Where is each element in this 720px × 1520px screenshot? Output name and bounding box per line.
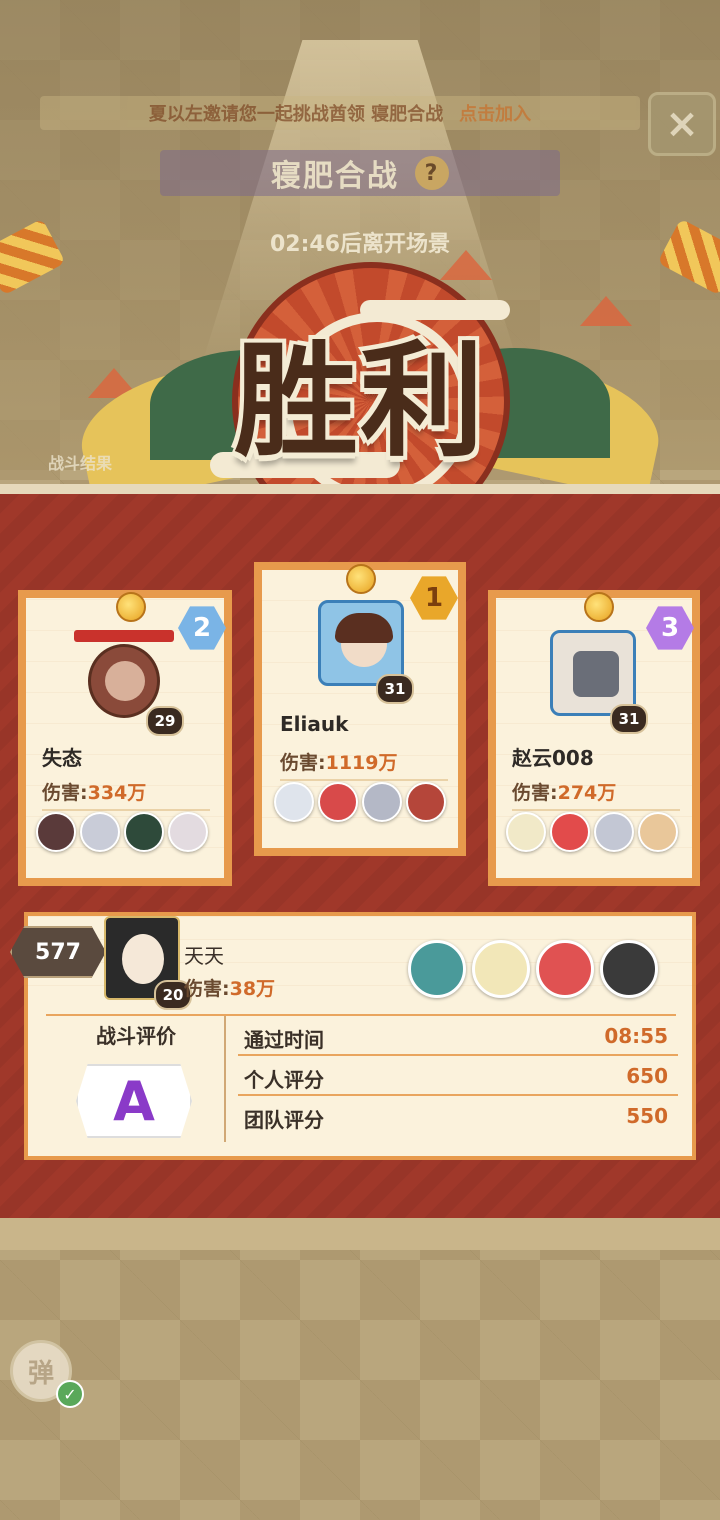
level-badge: 31 [610, 704, 648, 734]
close-icon: × [665, 101, 699, 147]
player-name: 赵云008 [512, 746, 594, 770]
stat-label: 个人评分 [244, 1068, 324, 1092]
avatar-image [88, 644, 160, 718]
panel-bottom-band [0, 1218, 720, 1250]
invite-text: 夏以左邀请您一起挑战酋领 寝肥合战 [148, 104, 444, 125]
avatar-hair [335, 613, 393, 643]
damage-line: 伤害:274万 [512, 778, 680, 811]
danmaku-label: 弹 [27, 1358, 54, 1389]
my-result-card: 577 20 天天 伤害:38万 战斗评价 A 通过时间 08:55 个人评分 … [10, 912, 696, 1160]
shikigami-avatar [600, 940, 658, 998]
shikigami-avatar [362, 782, 402, 822]
gold-coin-icon [346, 564, 376, 594]
invite-banner[interactable]: 夏以左邀请您一起挑战酋领 寝肥合战 点击加入 [40, 96, 640, 130]
shikigami-avatar [80, 812, 120, 852]
shikigami-avatar [274, 782, 314, 822]
damage-label: 伤害: [512, 782, 558, 804]
damage-value: 38万 [229, 978, 276, 1000]
damage-value: 334万 [87, 782, 147, 804]
paper-crane-icon [580, 296, 632, 326]
stat-row-team: 团队评分 550 [238, 1096, 678, 1136]
damage-line: 伤害:1119万 [280, 748, 448, 781]
stat-value: 550 [626, 1104, 668, 1128]
battle-result-label: 战斗结果 [48, 454, 113, 473]
my-name: 天天 [184, 944, 224, 968]
avatar-image [573, 651, 619, 697]
my-rank-badge: 577 [10, 926, 106, 978]
shikigami-avatar [638, 812, 678, 852]
torii-frame [74, 630, 174, 642]
damage-label: 伤害: [280, 752, 326, 774]
my-team-roster [408, 940, 658, 998]
level-badge: 29 [146, 706, 184, 736]
close-button[interactable]: × [648, 92, 716, 156]
shikigami-avatar [506, 812, 546, 852]
mode-title: 寝肥合战 ? [160, 150, 560, 196]
shikigami-avatar [472, 940, 530, 998]
player-card-rank-2[interactable]: 2 29 失态 伤害:334万 [18, 590, 232, 886]
grade-badge: A [76, 1064, 192, 1138]
damage-value: 1119万 [325, 752, 398, 774]
my-damage: 伤害:38万 [184, 974, 275, 1001]
invite-join-link[interactable]: 点击加入 [459, 100, 531, 126]
help-icon[interactable]: ? [415, 156, 449, 190]
avatar-image [122, 934, 164, 984]
damage-line: 伤害:334万 [42, 778, 210, 811]
victory-title: 胜利 [233, 330, 486, 474]
damage-label: 伤害: [184, 978, 230, 1000]
player-card-rank-3[interactable]: 3 31 赵云008 伤害:274万 [488, 590, 700, 886]
stat-value: 650 [626, 1064, 668, 1088]
stat-label: 通过时间 [244, 1028, 324, 1052]
shikigami-avatar [406, 782, 446, 822]
team-roster [274, 782, 446, 822]
check-icon: ✓ [56, 1380, 84, 1408]
gold-coin-icon [584, 592, 614, 622]
stat-row-time: 通过时间 08:55 [238, 1016, 678, 1056]
level-badge: 31 [376, 674, 414, 704]
player-name: Eliauk [280, 712, 349, 736]
shikigami-avatar [536, 940, 594, 998]
gold-coin-icon [116, 592, 146, 622]
team-roster [36, 812, 208, 852]
damage-value: 274万 [557, 782, 617, 804]
shikigami-avatar [408, 940, 466, 998]
paper-crane-icon [440, 250, 492, 280]
shikigami-avatar [168, 812, 208, 852]
stat-label: 团队评分 [244, 1108, 324, 1132]
shikigami-avatar [594, 812, 634, 852]
player-name: 失态 [42, 746, 82, 770]
shikigami-avatar [124, 812, 164, 852]
mode-title-label: 寝肥合战 [271, 159, 399, 194]
team-roster [506, 812, 678, 852]
shikigami-avatar [36, 812, 76, 852]
shikigami-avatar [318, 782, 358, 822]
grade-label: 战斗评价 [96, 1024, 176, 1048]
stat-row-personal: 个人评分 650 [238, 1056, 678, 1096]
stat-value: 08:55 [604, 1024, 668, 1048]
leave-timer: 02:46后离开场景 [269, 232, 451, 257]
damage-label: 伤害: [42, 782, 88, 804]
shikigami-avatar [550, 812, 590, 852]
player-card-rank-1[interactable]: 1 31 Eliauk 伤害:1119万 [254, 562, 466, 856]
